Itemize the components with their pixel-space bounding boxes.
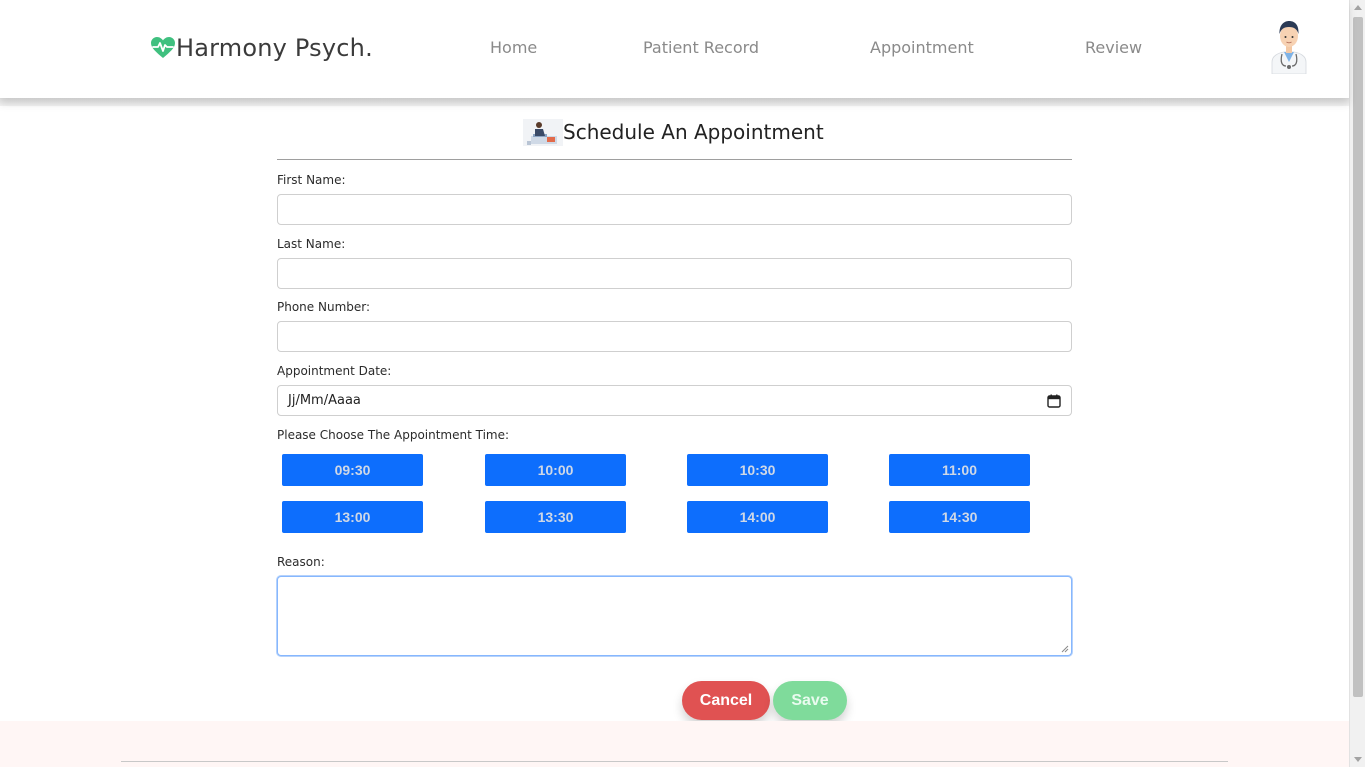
time-slot-1330[interactable]: 13:30 bbox=[485, 501, 626, 533]
calendar-icon[interactable] bbox=[1047, 394, 1061, 408]
appointment-time-label: Please Choose The Appointment Time: bbox=[277, 428, 510, 442]
heartbeat-icon bbox=[151, 37, 175, 58]
save-button[interactable]: Save bbox=[773, 681, 847, 720]
scroll-down-arrow-icon[interactable] bbox=[1354, 757, 1362, 762]
first-name-label: First Name: bbox=[277, 173, 346, 187]
time-slot-1100[interactable]: 11:00 bbox=[889, 454, 1030, 486]
first-name-input[interactable] bbox=[277, 194, 1072, 225]
scroll-up-arrow-icon[interactable] bbox=[1354, 5, 1362, 10]
appointment-date-label: Appointment Date: bbox=[277, 364, 392, 378]
reason-label: Reason: bbox=[277, 555, 325, 569]
nav-appointment[interactable]: Appointment bbox=[870, 37, 974, 59]
nav-review[interactable]: Review bbox=[1085, 37, 1142, 59]
cancel-button[interactable]: Cancel bbox=[682, 681, 770, 720]
resize-grip-icon[interactable] bbox=[1061, 645, 1069, 653]
nav-home[interactable]: Home bbox=[490, 37, 537, 59]
appointment-date-input[interactable]: Jj/Mm/Aaaa bbox=[277, 385, 1072, 416]
last-name-label: Last Name: bbox=[277, 237, 346, 251]
doctor-avatar-icon[interactable] bbox=[1268, 18, 1310, 74]
form-title: Schedule An Appointment bbox=[563, 120, 824, 144]
scrollbar-thumb[interactable] bbox=[1353, 17, 1363, 697]
form-header: Schedule An Appointment bbox=[523, 118, 824, 146]
nav-patient-record[interactable]: Patient Record bbox=[643, 37, 759, 59]
title-divider bbox=[277, 159, 1072, 160]
header-shadow-strip bbox=[0, 98, 1349, 106]
phone-number-label: Phone Number: bbox=[277, 300, 371, 314]
time-slot-1000[interactable]: 10:00 bbox=[485, 454, 626, 486]
brand-name: Harmony Psych. bbox=[176, 34, 373, 62]
date-input-value: Jj/Mm/Aaaa bbox=[288, 393, 361, 408]
time-slot-0930[interactable]: 09:30 bbox=[282, 454, 423, 486]
footer bbox=[0, 721, 1349, 767]
last-name-input[interactable] bbox=[277, 258, 1072, 289]
reason-textarea[interactable] bbox=[277, 576, 1072, 656]
appointment-illustration-icon bbox=[523, 118, 563, 146]
top-navbar: Harmony Psych. Home Patient Record Appoi… bbox=[0, 0, 1349, 98]
time-slot-1400[interactable]: 14:00 bbox=[687, 501, 828, 533]
time-slot-1030[interactable]: 10:30 bbox=[687, 454, 828, 486]
page-scrollbar[interactable] bbox=[1349, 0, 1365, 767]
time-slot-1300[interactable]: 13:00 bbox=[282, 501, 423, 533]
footer-divider bbox=[121, 761, 1228, 762]
time-slot-1430[interactable]: 14:30 bbox=[889, 501, 1030, 533]
phone-number-input[interactable] bbox=[277, 321, 1072, 352]
brand-logo[interactable]: Harmony Psych. bbox=[150, 30, 373, 66]
